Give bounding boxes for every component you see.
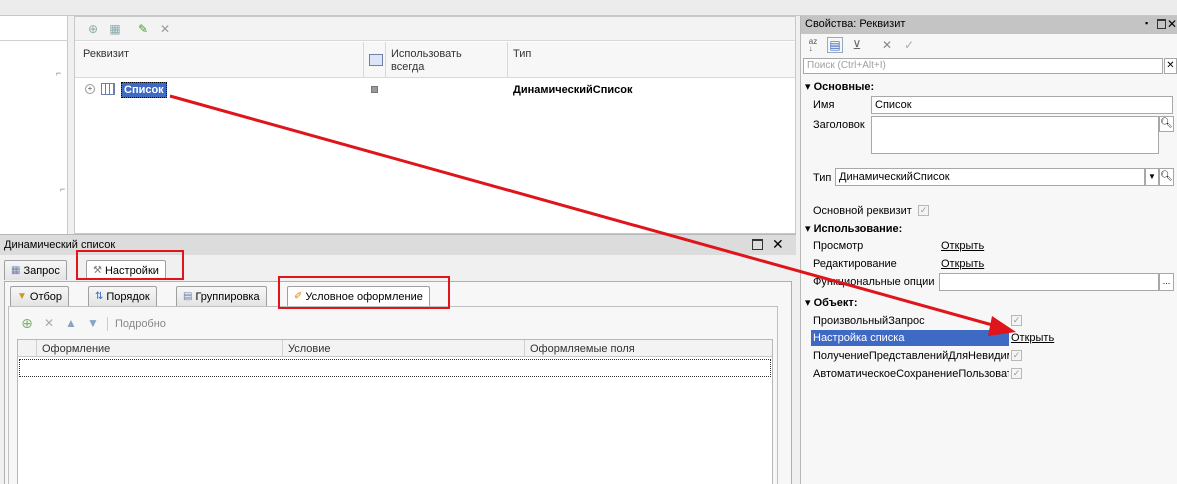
annotation-arrow bbox=[169, 94, 1016, 336]
